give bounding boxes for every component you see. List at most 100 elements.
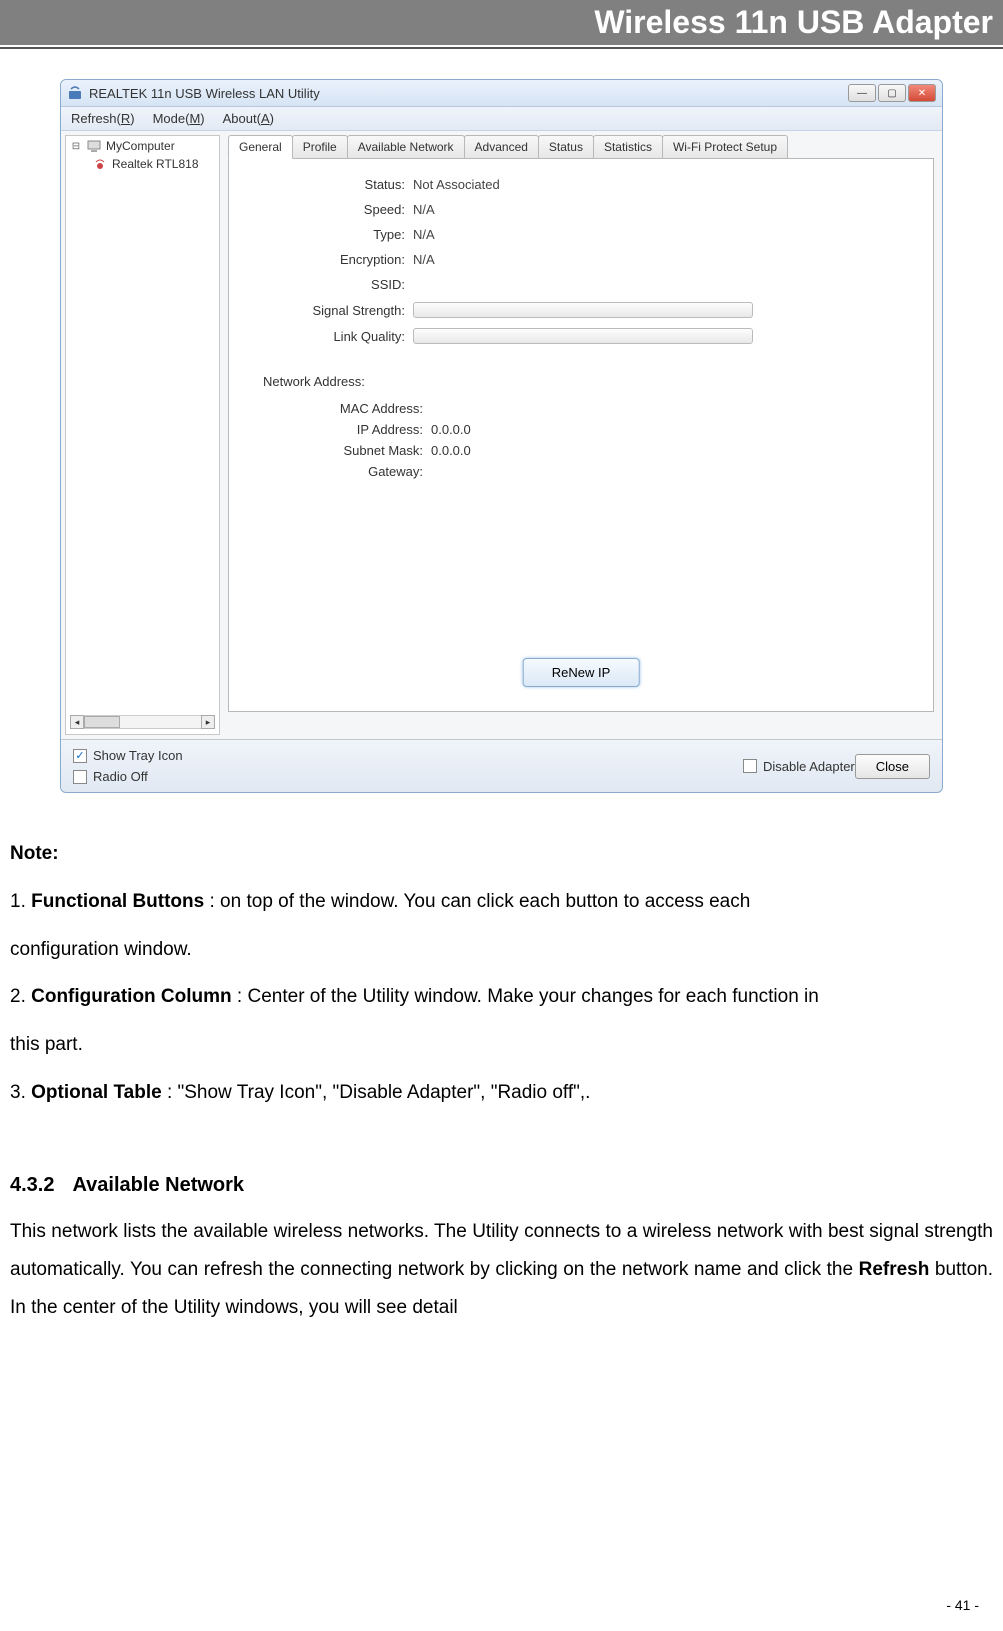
window-title: REALTEK 11n USB Wireless LAN Utility: [89, 86, 848, 101]
note-section: Note: 1. Functional Buttons : on top of …: [10, 833, 993, 1114]
tab-advanced[interactable]: Advanced: [464, 135, 539, 159]
tree-panel: ⊟ MyComputer Realtek RTL818 ◂: [65, 135, 220, 735]
section-body-bold: Refresh: [859, 1259, 930, 1280]
tree-root-label: MyComputer: [106, 139, 175, 153]
screenshot-container: REALTEK 11n USB Wireless LAN Utility — ▢…: [60, 79, 943, 793]
tab-general[interactable]: General: [228, 135, 293, 159]
tree-child-label: Realtek RTL818: [112, 157, 199, 171]
tree-collapse-icon[interactable]: ⊟: [70, 141, 82, 152]
item2-rest: : Center of the Utility window. Make you…: [232, 986, 819, 1007]
tab-status[interactable]: Status: [538, 135, 594, 159]
scroll-track[interactable]: [84, 715, 201, 729]
speed-label: Speed:: [243, 202, 413, 217]
tab-wifi-protect-label: Wi-Fi Protect Setup: [673, 140, 777, 154]
ip-value: 0.0.0.0: [431, 422, 471, 437]
section-body: This network lists the available wireles…: [10, 1213, 993, 1327]
tree-root[interactable]: ⊟ MyComputer: [66, 136, 219, 156]
checkbox-unchecked-icon: [73, 770, 87, 784]
scroll-left-icon[interactable]: ◂: [70, 715, 84, 729]
tab-strip: General Profile Available Network Advanc…: [228, 135, 934, 159]
item2-line2: this part.: [10, 1024, 993, 1066]
disable-adapter-label: Disable Adapter: [763, 759, 855, 774]
menu-about[interactable]: About(A): [223, 111, 274, 126]
titlebar: REALTEK 11n USB Wireless LAN Utility — ▢…: [61, 80, 942, 107]
tab-status-label: Status: [549, 140, 583, 154]
network-address-heading: Network Address:: [263, 374, 919, 389]
tab-body-general: Status: Not Associated Speed: N/A Type: …: [228, 158, 934, 712]
network-address-fields: MAC Address: IP Address: 0.0.0.0 Subnet …: [303, 401, 919, 479]
menu-refresh[interactable]: Refresh(R): [71, 111, 135, 126]
page-header: Wireless 11n USB Adapter: [0, 0, 1003, 45]
radio-off-checkbox[interactable]: Radio Off: [73, 769, 183, 784]
disable-adapter-checkbox[interactable]: Disable Adapter: [743, 759, 855, 774]
type-label: Type:: [243, 227, 413, 242]
checkbox-checked-icon: ✓: [73, 749, 87, 763]
menubar: Refresh(R) Mode(M) About(A): [61, 107, 942, 131]
item1-rest: : on top of the window. You can click ea…: [204, 891, 750, 912]
item1-bold: Functional Buttons: [31, 891, 204, 912]
tab-statistics-label: Statistics: [604, 140, 652, 154]
show-tray-label: Show Tray Icon: [93, 748, 183, 763]
speed-value: N/A: [413, 202, 919, 217]
tab-general-label: General: [239, 140, 282, 154]
item2-bold: Configuration Column: [31, 986, 232, 1007]
show-tray-checkbox[interactable]: ✓ Show Tray Icon: [73, 748, 183, 763]
maximize-button[interactable]: ▢: [878, 84, 906, 102]
menu-mode[interactable]: Mode(M): [153, 111, 205, 126]
section-title: Available Network: [72, 1174, 244, 1196]
radio-off-label: Radio Off: [93, 769, 148, 784]
app-window: REALTEK 11n USB Wireless LAN Utility — ▢…: [60, 79, 943, 793]
status-label: Status:: [243, 177, 413, 192]
renew-ip-button[interactable]: ReNew IP: [523, 658, 640, 687]
scroll-thumb[interactable]: [84, 716, 120, 728]
renew-ip-label: ReNew IP: [552, 665, 611, 680]
minimize-button[interactable]: —: [848, 84, 876, 102]
checkbox-unchecked-icon: [743, 759, 757, 773]
status-value: Not Associated: [413, 177, 919, 192]
app-icon: [67, 85, 83, 101]
item3-prefix: 3.: [10, 1082, 31, 1103]
page-number: - 41 -: [946, 1597, 979, 1613]
header-divider: [0, 47, 1003, 49]
ssid-label: SSID:: [243, 277, 413, 292]
tab-available-network[interactable]: Available Network: [347, 135, 465, 159]
section-number: 4.3.2: [10, 1174, 54, 1197]
close-button[interactable]: Close: [855, 754, 930, 779]
type-value: N/A: [413, 227, 919, 242]
encryption-value: N/A: [413, 252, 919, 267]
page-header-title: Wireless 11n USB Adapter: [594, 4, 993, 40]
tab-statistics[interactable]: Statistics: [593, 135, 663, 159]
item2-prefix: 2.: [10, 986, 31, 1007]
adapter-icon: [92, 156, 108, 172]
tab-advanced-label: Advanced: [475, 140, 528, 154]
bottom-bar: ✓ Show Tray Icon Radio Off Disable Adapt…: [61, 739, 942, 792]
ip-label: IP Address:: [303, 422, 423, 437]
tree-scrollbar[interactable]: ◂ ▸: [70, 714, 215, 730]
item3-bold: Optional Table: [31, 1082, 162, 1103]
link-quality-label: Link Quality:: [243, 329, 413, 344]
close-button-label: Close: [876, 759, 909, 774]
scroll-right-icon[interactable]: ▸: [201, 715, 215, 729]
item1-prefix: 1.: [10, 891, 31, 912]
link-quality-bar: [413, 328, 753, 344]
item1-line2: configuration window.: [10, 929, 993, 971]
section-body-1: This network lists the available wireles…: [10, 1221, 993, 1280]
subnet-label: Subnet Mask:: [303, 443, 423, 458]
signal-strength-bar: [413, 302, 753, 318]
encryption-label: Encryption:: [243, 252, 413, 267]
signal-strength-label: Signal Strength:: [243, 303, 413, 318]
tab-profile[interactable]: Profile: [292, 135, 348, 159]
section-heading: 4.3.2 Available Network: [10, 1174, 993, 1197]
main-panel: General Profile Available Network Advanc…: [224, 131, 942, 739]
tab-wifi-protect[interactable]: Wi-Fi Protect Setup: [662, 135, 788, 159]
computer-icon: [86, 138, 102, 154]
window-body: ⊟ MyComputer Realtek RTL818 ◂: [61, 131, 942, 739]
note-heading: Note:: [10, 843, 59, 864]
mac-label: MAC Address:: [303, 401, 423, 416]
tab-profile-label: Profile: [303, 140, 337, 154]
close-window-button[interactable]: ✕: [908, 84, 936, 102]
gateway-label: Gateway:: [303, 464, 423, 479]
window-controls: — ▢ ✕: [848, 84, 936, 102]
tree-child[interactable]: Realtek RTL818: [88, 156, 219, 172]
tab-available-network-label: Available Network: [358, 140, 454, 154]
